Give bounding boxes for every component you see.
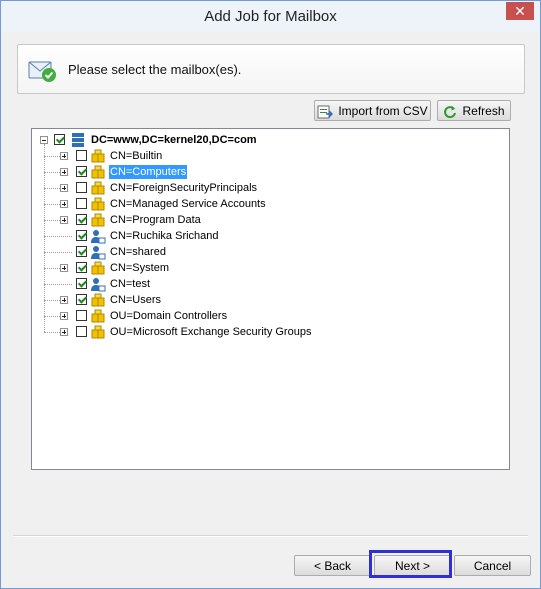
tree-item-label: OU=Microsoft Exchange Security Groups (110, 326, 312, 338)
expand-icon[interactable] (60, 312, 68, 320)
tree-item-label: OU=Domain Controllers (110, 310, 228, 322)
tree-branch (44, 300, 60, 301)
folder-icon (90, 164, 106, 180)
close-icon: ✕ (514, 3, 526, 19)
instruction-panel: Please select the mailbox(es). (17, 44, 525, 94)
tree-item-label: CN=test (110, 278, 151, 290)
tree-branch (44, 220, 60, 221)
tree-item-checkbox[interactable] (76, 198, 87, 209)
tree-item-label: CN=Ruchika Srichand (110, 230, 219, 242)
mailbox-user-icon (90, 276, 106, 292)
mailbox-user-icon (90, 244, 106, 260)
folder-icon (90, 148, 106, 164)
expand-icon[interactable] (60, 216, 68, 224)
dialog-window: Add Job for Mailbox ✕ Please select the … (0, 0, 541, 589)
import-csv-icon (317, 105, 334, 119)
tree-branch (44, 172, 60, 173)
footer-separator (13, 535, 528, 537)
tree-item-checkbox[interactable] (76, 230, 87, 241)
tree-item-label: CN=Managed Service Accounts (110, 198, 266, 210)
back-button[interactable]: < Back (294, 555, 371, 576)
refresh-icon (444, 105, 457, 118)
folder-icon (90, 196, 106, 212)
expand-icon[interactable] (60, 200, 68, 208)
tree-item-checkbox[interactable] (76, 294, 87, 305)
tree-branch (44, 316, 60, 317)
tree-branch (44, 236, 72, 237)
tree-item-checkbox[interactable] (76, 310, 87, 321)
expand-icon[interactable] (60, 264, 68, 272)
tree-item-checkbox[interactable] (76, 326, 87, 337)
tree-branch (44, 284, 72, 285)
tree-root-label: DC=www,DC=kernel20,DC=com (91, 134, 257, 146)
refresh-label: Refresh (462, 104, 505, 118)
folder-icon (90, 180, 106, 196)
tree-item-checkbox[interactable] (76, 166, 87, 177)
tree-root-checkbox[interactable] (54, 134, 65, 145)
collapse-icon[interactable] (40, 136, 48, 144)
expand-icon[interactable] (60, 184, 68, 192)
folder-icon (90, 324, 106, 340)
expand-icon[interactable] (60, 296, 68, 304)
folder-icon (90, 212, 106, 228)
instruction-text: Please select the mailbox(es). (68, 62, 242, 77)
mailbox-tree[interactable]: DC=www,DC=kernel20,DC=com CN=Builtin CN=Co… (31, 128, 510, 470)
refresh-button[interactable]: Refresh (437, 100, 511, 121)
tree-item-label: CN=Users (110, 294, 162, 306)
tree-branch (44, 204, 60, 205)
tree-item-label: CN=Builtin (110, 150, 163, 162)
tree-item-label: CN=ForeignSecurityPrincipals (110, 182, 258, 194)
tree-item-checkbox[interactable] (76, 262, 87, 273)
import-csv-label: Import from CSV (338, 104, 428, 118)
mail-check-icon (28, 61, 56, 82)
folder-icon (90, 292, 106, 308)
tree-item-checkbox[interactable] (76, 246, 87, 257)
next-button-highlight (369, 550, 452, 578)
tree-item-checkbox[interactable] (76, 182, 87, 193)
domain-icon (70, 132, 86, 148)
folder-icon (90, 308, 106, 324)
window-title: Add Job for Mailbox (204, 8, 337, 25)
tree-item-label: CN=Computers (109, 165, 188, 179)
expand-icon[interactable] (60, 152, 68, 160)
tree-item-label: CN=shared (110, 246, 166, 258)
title-bar[interactable]: Add Job for Mailbox ✕ (1, 1, 540, 32)
cancel-button[interactable]: Cancel (454, 555, 531, 576)
folder-icon (90, 260, 106, 276)
tree-item-checkbox[interactable] (76, 150, 87, 161)
tree-item-label: CN=System (110, 262, 169, 274)
tree-branch (44, 268, 60, 269)
tree-item-label: CN=Program Data (110, 214, 201, 226)
mailbox-user-icon (90, 228, 106, 244)
tree-branch (44, 156, 60, 157)
tree-branch (44, 332, 60, 333)
tree-branch (44, 252, 72, 253)
tree-item-checkbox[interactable] (76, 278, 87, 289)
import-csv-button[interactable]: Import from CSV (314, 100, 431, 121)
tree-item-checkbox[interactable] (76, 214, 87, 225)
close-button[interactable]: ✕ (506, 2, 534, 20)
tree-branch (44, 188, 60, 189)
expand-icon[interactable] (60, 168, 68, 176)
expand-icon[interactable] (60, 328, 68, 336)
